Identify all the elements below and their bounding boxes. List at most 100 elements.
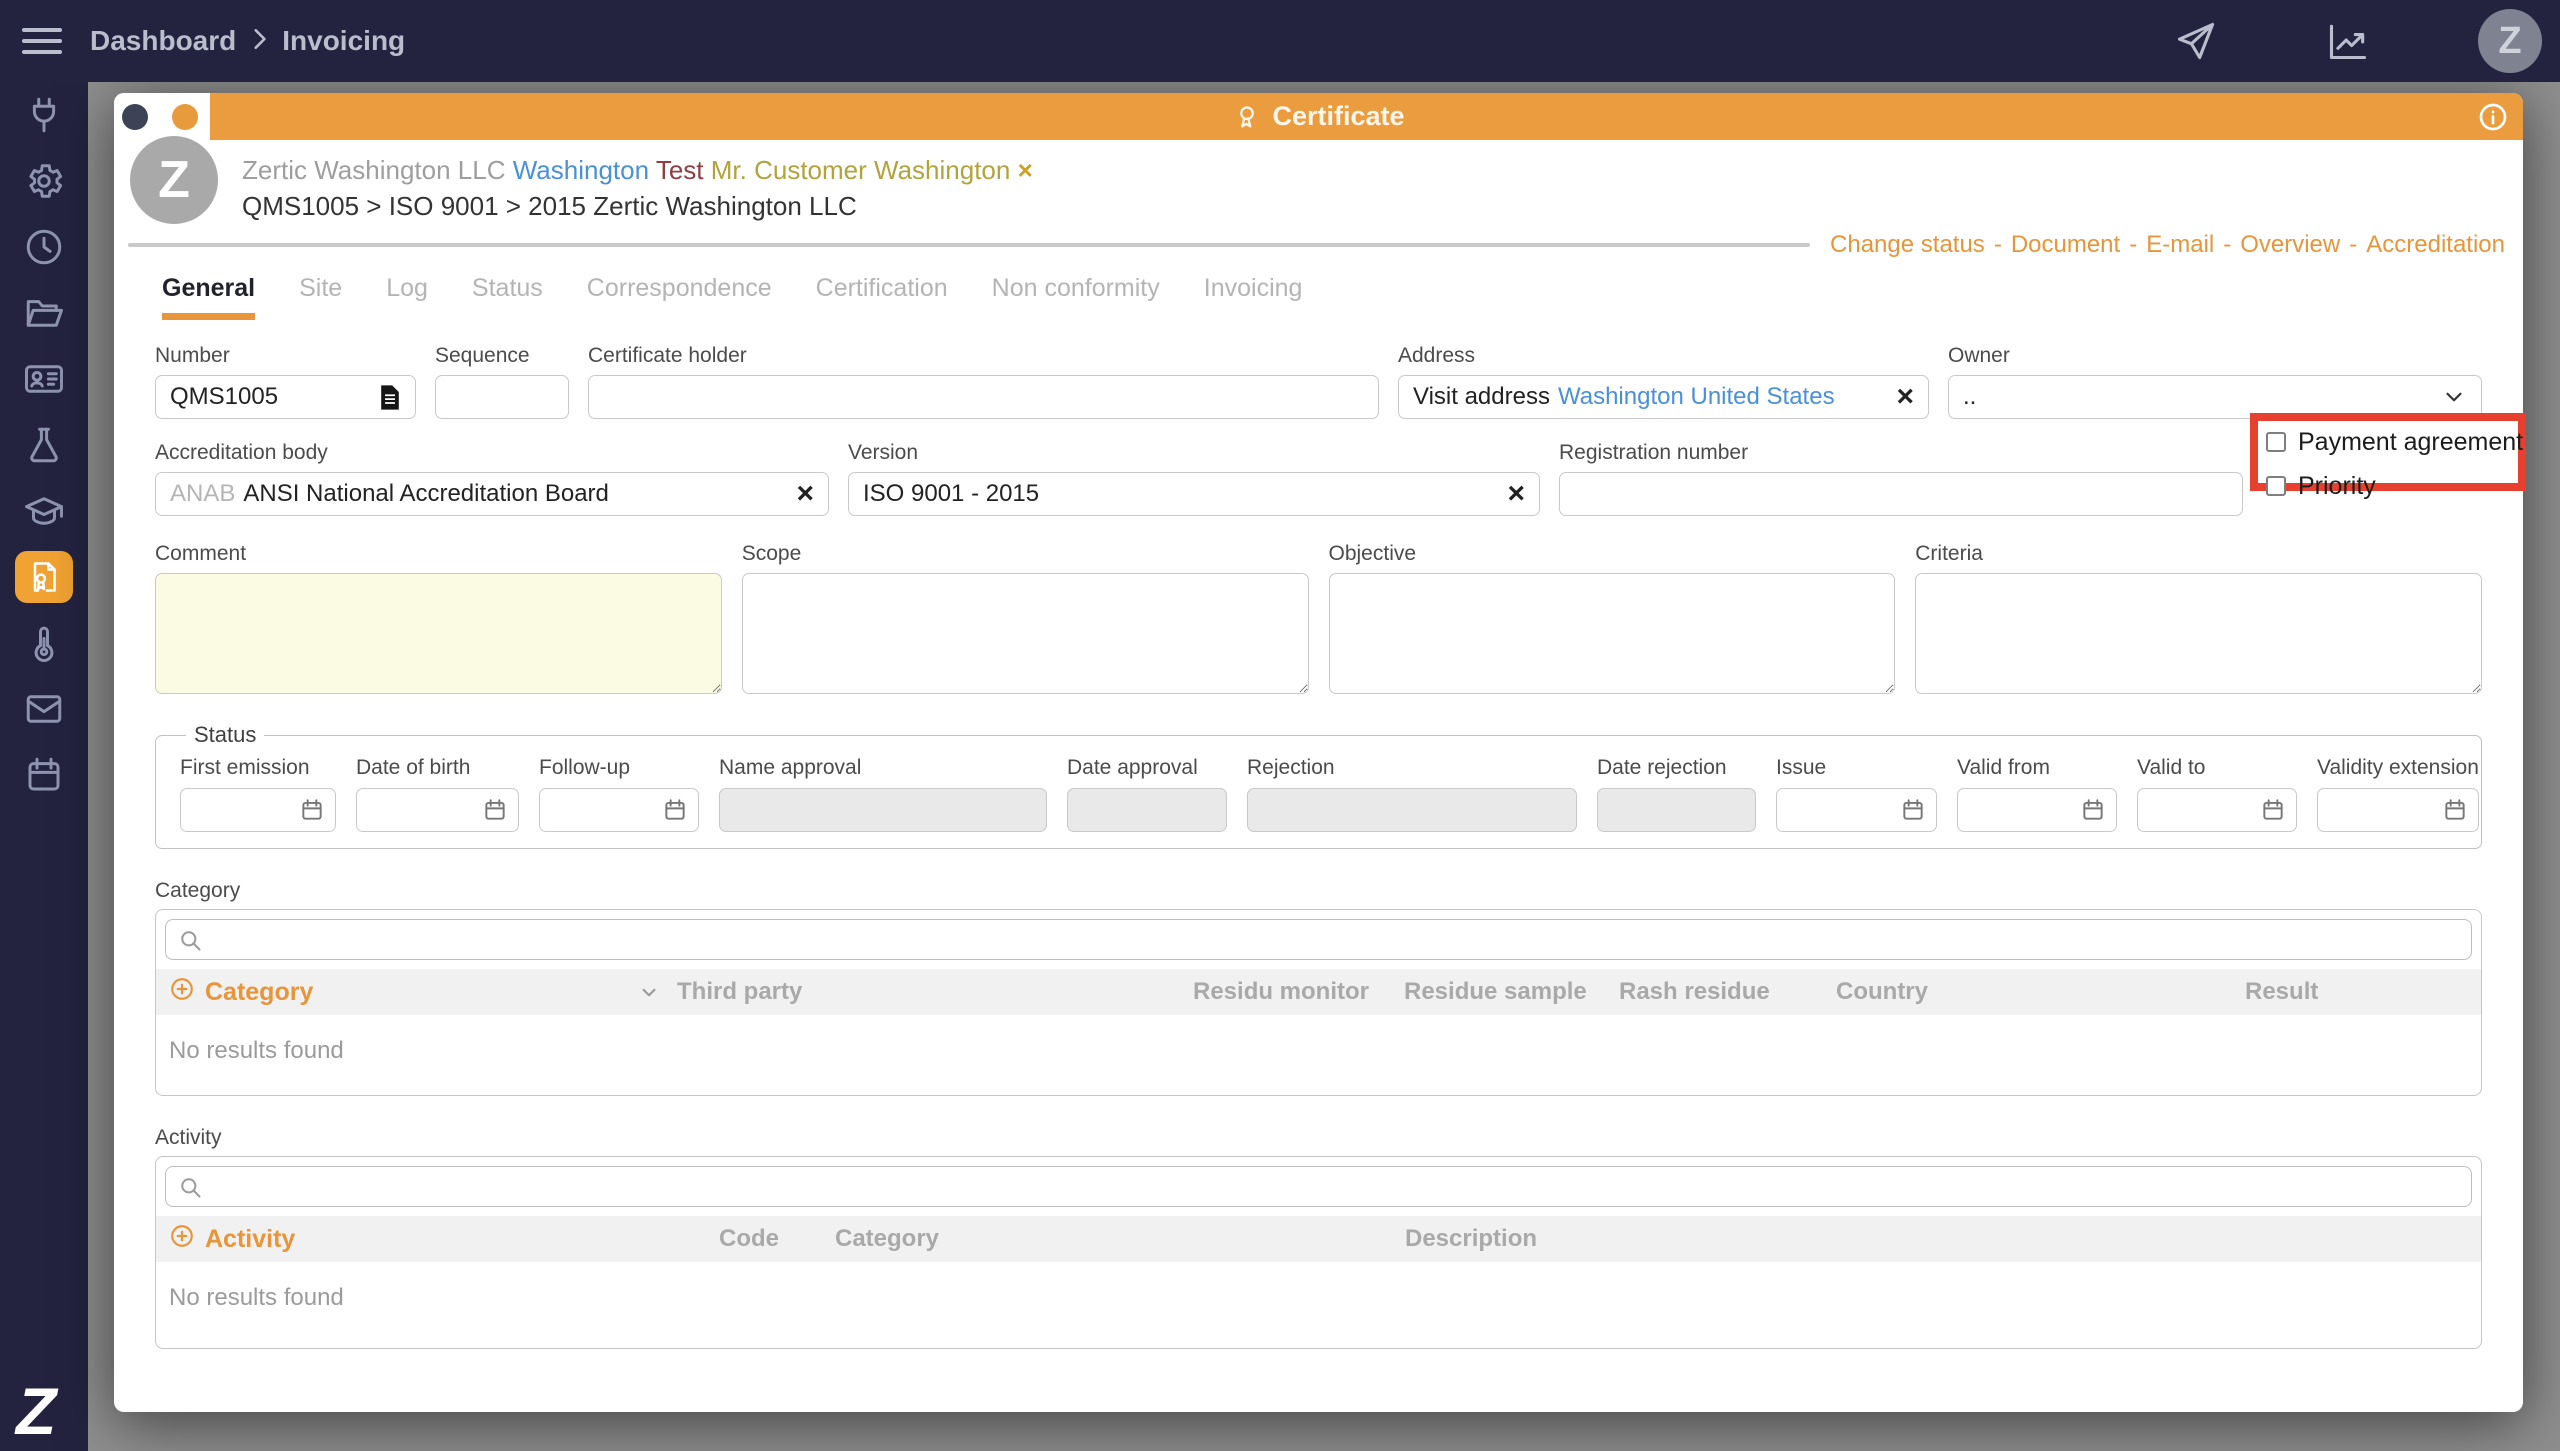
tab-non-conformity[interactable]: Non conformity: [992, 274, 1160, 320]
owner-select[interactable]: ..: [1948, 375, 2482, 419]
tab-status[interactable]: Status: [472, 274, 543, 320]
entity-company: Zertic Washington LLC: [242, 155, 506, 185]
breadcrumb-dashboard[interactable]: Dashboard: [90, 25, 236, 57]
calendar-icon[interactable]: [482, 797, 508, 823]
tab-certification[interactable]: Certification: [816, 274, 948, 320]
activity-search-input[interactable]: [165, 1166, 2472, 1207]
folder-icon: [26, 300, 63, 327]
number-field[interactable]: QMS1005: [155, 375, 416, 419]
tab-correspondence[interactable]: Correspondence: [587, 274, 772, 320]
link-change-status[interactable]: Change status: [1830, 231, 1985, 259]
info-icon[interactable]: [2477, 101, 2509, 133]
tab-general[interactable]: General: [162, 274, 256, 320]
payment-agreement-checkbox[interactable]: Payment agreement: [2266, 420, 2523, 464]
sidebar-item-projects[interactable]: [0, 280, 88, 346]
checkbox-icon[interactable]: [2266, 476, 2286, 496]
link-email[interactable]: E-mail: [2146, 231, 2214, 259]
valid-to-date-field[interactable]: [2137, 788, 2297, 832]
modal-header: Certificate: [114, 93, 2523, 140]
sidebar-item-plug[interactable]: [0, 82, 88, 148]
issue-date-field[interactable]: [1776, 788, 1937, 832]
link-overview[interactable]: Overview: [2240, 231, 2340, 259]
sidebar-item-lab[interactable]: [0, 412, 88, 478]
criteria-textarea[interactable]: [1915, 573, 2482, 694]
certificate-holder-field[interactable]: [588, 375, 1379, 419]
calendar-icon[interactable]: [2080, 797, 2106, 823]
clear-accreditation-body-icon[interactable]: ×: [796, 479, 814, 509]
clear-address-icon[interactable]: ×: [1896, 382, 1914, 412]
version-field[interactable]: ISO 9001 - 2015 ×: [848, 472, 1540, 516]
col-country[interactable]: Country: [1836, 969, 1928, 1015]
calendar-icon[interactable]: [299, 797, 325, 823]
sidebar-item-certificates[interactable]: [0, 544, 88, 610]
col-third-party[interactable]: Third party: [677, 969, 802, 1015]
tab-log[interactable]: Log: [386, 274, 428, 320]
send-icon[interactable]: [2174, 19, 2218, 63]
address-value-link[interactable]: Washington United States: [1558, 383, 1835, 411]
sidebar-item-calendar[interactable]: [0, 742, 88, 808]
comment-textarea[interactable]: [155, 573, 722, 694]
scope-textarea[interactable]: [741, 573, 1309, 694]
col-residu-monitor[interactable]: Residu monitor: [1193, 969, 1369, 1015]
add-activity-icon[interactable]: [169, 1223, 195, 1256]
entity-remove-icon[interactable]: ×: [1018, 155, 1033, 185]
sequence-label: Sequence: [435, 344, 530, 367]
category-search-input[interactable]: [165, 919, 2472, 960]
calendar-icon[interactable]: [1900, 797, 1926, 823]
link-accreditation[interactable]: Accreditation: [2366, 231, 2505, 259]
window-dot-navy[interactable]: [122, 103, 148, 130]
link-document[interactable]: Document: [2011, 231, 2120, 259]
address-field[interactable]: Visit address Washington United States ×: [1398, 375, 1929, 419]
col-residue-sample[interactable]: Residue sample: [1404, 969, 1587, 1015]
divider: [128, 243, 1811, 247]
first-emission-date-field[interactable]: [180, 788, 336, 832]
calendar-icon[interactable]: [2260, 797, 2286, 823]
tab-site[interactable]: Site: [299, 274, 342, 320]
activity-table-header: Activity Code Category Description: [156, 1216, 2481, 1262]
objective-textarea[interactable]: [1328, 573, 1896, 694]
hamburger-menu-icon[interactable]: [22, 21, 62, 61]
follow-up-date-field[interactable]: [539, 788, 699, 832]
date-of-birth-field[interactable]: [356, 788, 519, 832]
sidebar-item-contacts[interactable]: [0, 346, 88, 412]
window-dot-orange[interactable]: [172, 103, 198, 130]
col-rash-residue[interactable]: Rash residue: [1619, 969, 1770, 1015]
agreement-checkboxes: Payment agreement Priority: [2266, 420, 2523, 508]
criteria-label: Criteria: [1915, 542, 1983, 565]
comment-label: Comment: [155, 542, 247, 565]
plug-icon: [32, 97, 56, 133]
sidebar-item-mail[interactable]: [0, 676, 88, 742]
calendar-icon[interactable]: [2442, 797, 2468, 823]
objective-label: Objective: [1328, 542, 1417, 565]
add-category-icon[interactable]: [169, 976, 195, 1009]
col-result[interactable]: Result: [2245, 969, 2318, 1015]
entity-location-link[interactable]: Washington: [513, 155, 649, 185]
search-icon: [177, 927, 204, 959]
col-description[interactable]: Description: [1405, 1216, 1537, 1262]
sidebar-item-time[interactable]: [0, 214, 88, 280]
breadcrumb-invoicing[interactable]: Invoicing: [282, 25, 405, 57]
tab-invoicing[interactable]: Invoicing: [1204, 274, 1303, 320]
sidebar-item-settings[interactable]: [0, 148, 88, 214]
user-avatar[interactable]: Z: [2478, 9, 2542, 73]
document-icon[interactable]: [379, 384, 401, 411]
sidebar-item-temperature[interactable]: [0, 610, 88, 676]
priority-checkbox[interactable]: Priority: [2266, 464, 2516, 508]
col-code[interactable]: Code: [719, 1216, 779, 1262]
entity-contact-link[interactable]: Mr. Customer Washington: [711, 155, 1011, 185]
top-bar: Dashboard Invoicing Z: [0, 0, 2560, 82]
sort-chevron-icon[interactable]: [636, 969, 662, 1015]
add-activity-button[interactable]: Activity: [205, 1225, 295, 1254]
col-category[interactable]: Category: [835, 1216, 939, 1262]
validity-extension-date-field[interactable]: [2317, 788, 2479, 832]
checkbox-icon[interactable]: [2266, 432, 2286, 452]
add-category-button[interactable]: Category: [205, 978, 313, 1007]
sequence-field[interactable]: [435, 375, 569, 419]
chart-icon[interactable]: [2326, 19, 2370, 63]
calendar-icon[interactable]: [662, 797, 688, 823]
clear-version-icon[interactable]: ×: [1507, 479, 1525, 509]
accreditation-body-field[interactable]: ANAB ANSI National Accreditation Board ×: [155, 472, 829, 516]
valid-from-date-field[interactable]: [1957, 788, 2117, 832]
sidebar-item-training[interactable]: [0, 478, 88, 544]
registration-number-field[interactable]: [1559, 472, 2243, 516]
